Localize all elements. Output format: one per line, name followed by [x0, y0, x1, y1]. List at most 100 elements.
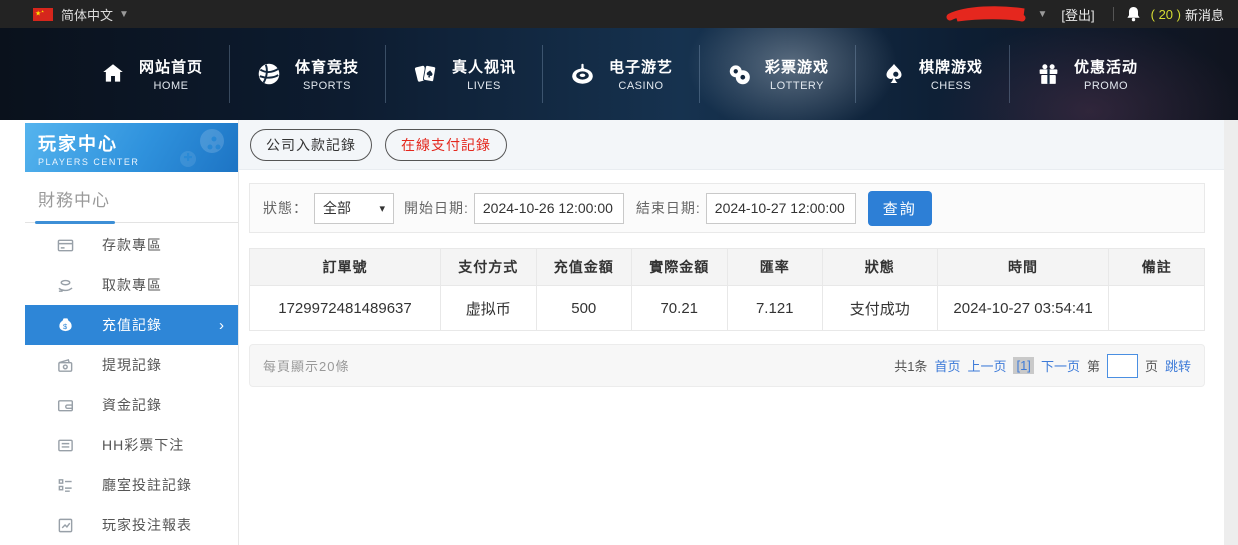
- sidebar-item-label: 資金記錄: [102, 397, 162, 413]
- sidebar-item-player-bet-report[interactable]: 玩家投注報表: [25, 505, 238, 545]
- table-header-row: 訂單號 支付方式 充值金額 實際金額 匯率 狀態 時間 備註: [249, 248, 1205, 286]
- nav-item-promo[interactable]: 优惠活动 PROMO: [1010, 42, 1164, 106]
- playing-cards-icon: [412, 61, 439, 87]
- table-row: 1729972481489637 虚拟币 500 70.21 7.121 支付成…: [249, 285, 1205, 331]
- chevron-right-icon: ›: [219, 316, 224, 334]
- jump-prefix: 第: [1086, 359, 1100, 374]
- cell-time: 2024-10-27 03:54:41: [936, 285, 1110, 331]
- content-inner: 狀態： 全部 ▾ 開始日期: 結束日期: 查詢 訂單號: [239, 170, 1224, 387]
- cell-remark: [1108, 285, 1205, 331]
- col-status: 狀態: [822, 248, 938, 286]
- sidebar-item-withdrawal-records[interactable]: 提現記錄: [25, 345, 238, 385]
- nav-item-lottery[interactable]: 彩票游戏 LOTTERY: [700, 42, 855, 106]
- sidebar-item-recharge-records[interactable]: $ 充值記錄 ›: [25, 305, 238, 345]
- nav-label-zh: 优惠活动: [1074, 59, 1139, 76]
- sidebar: 玩家中心 PLAYERS CENTER 財務中心 存款專區 取款專區 $ 充值記…: [25, 120, 239, 545]
- bell-icon[interactable]: [1126, 6, 1141, 22]
- start-date-label: 開始日期:: [404, 200, 469, 216]
- first-page-link[interactable]: 首页: [934, 356, 960, 375]
- svg-text:★: ★: [41, 9, 44, 13]
- nav-label-zh: 真人视讯: [451, 59, 516, 76]
- sidebar-item-label: 存款專區: [102, 237, 162, 253]
- nav-item-chess[interactable]: 棋牌游戏 CHESS: [856, 42, 1009, 106]
- nav-label-en: SPORTS: [302, 80, 351, 92]
- cell-payment-method: 虚拟币: [440, 285, 537, 331]
- sidebar-item-room-bet-records[interactable]: 廳室投註記錄: [25, 465, 238, 505]
- records-table: 訂單號 支付方式 充值金額 實際金額 匯率 狀態 時間 備註 172997248…: [249, 248, 1205, 331]
- tab-company-deposit-records[interactable]: 公司入款記錄: [250, 128, 372, 161]
- sidebar-menu: 存款專區 取款專區 $ 充值記錄 › 提現記錄 資金記錄 HH彩票下注 廳室投註…: [25, 223, 238, 545]
- content-area: 公司入款記錄 在線支付記錄 狀態： 全部 ▾ 開始日期: 結束日期: 查詢: [239, 120, 1224, 545]
- nav-label-en: LIVES: [467, 80, 501, 92]
- chevron-down-icon[interactable]: ▼: [119, 9, 129, 20]
- nav-label-zh: 棋牌游戏: [919, 59, 984, 76]
- account-chevron-down-icon[interactable]: ▼: [1038, 9, 1048, 20]
- sports-ball-icon: [256, 61, 282, 87]
- bank-card-icon: [56, 237, 74, 254]
- search-button[interactable]: 查詢: [867, 190, 932, 226]
- players-center-header: 玩家中心 PLAYERS CENTER: [25, 123, 238, 172]
- tab-online-payment-records[interactable]: 在線支付記錄: [385, 128, 507, 161]
- status-select[interactable]: 全部 ▾: [314, 192, 394, 224]
- china-flag-icon: ★ ★: [33, 7, 53, 21]
- nav-label-en: HOME: [153, 80, 189, 92]
- cell-actual-amount: 70.21: [631, 285, 728, 331]
- spade-icon: [882, 61, 906, 87]
- sidebar-item-label: HH彩票下注: [102, 437, 185, 453]
- cell-order-number: 1729972481489637: [249, 285, 441, 331]
- sidebar-item-deposit-zone[interactable]: 存款專區: [25, 225, 238, 265]
- nav-item-sports[interactable]: 体育竞技 SPORTS: [230, 42, 385, 106]
- logout-link[interactable]: [登出]: [1061, 5, 1094, 24]
- sidebar-item-label: 玩家投注報表: [102, 517, 192, 533]
- sidebar-item-label: 充值記錄: [102, 317, 162, 333]
- language-selector[interactable]: 简体中文: [61, 5, 113, 24]
- nav-item-home[interactable]: 网站首页 HOME: [74, 42, 229, 106]
- lottery-balls-icon: [726, 61, 752, 87]
- nav-label-en: LOTTERY: [769, 80, 825, 92]
- col-exchange-rate: 匯率: [726, 248, 823, 286]
- nav-label-zh: 电子游艺: [608, 59, 673, 76]
- pager: 共1条 首页 上一页 [1] 下一页 第 页 跳转: [894, 353, 1191, 378]
- section-title: 財務中心: [38, 191, 110, 210]
- gift-icon: [1036, 61, 1061, 87]
- col-actual-amount: 實際金額: [631, 248, 728, 286]
- sidebar-item-fund-records[interactable]: 資金記錄: [25, 385, 238, 425]
- filter-bar: 狀態： 全部 ▾ 開始日期: 結束日期: 查詢: [249, 183, 1205, 233]
- prev-page-link[interactable]: 上一页: [967, 356, 1006, 375]
- col-payment-method: 支付方式: [440, 248, 537, 286]
- record-tabs: 公司入款記錄 在線支付記錄: [239, 120, 1224, 170]
- topbar: ★ ★ 简体中文 ▼ ▼ [登出] ( 20 ) 新消息: [0, 0, 1238, 28]
- col-order-number: 訂單號: [249, 248, 441, 286]
- page-jump-input[interactable]: [1106, 353, 1138, 378]
- col-time: 時間: [936, 248, 1110, 286]
- section-accent-bar: [35, 221, 115, 224]
- end-date-input[interactable]: [705, 192, 856, 224]
- page-size-text: 每頁顯示20條: [263, 359, 350, 374]
- col-recharge-amount: 充值金額: [535, 248, 632, 286]
- nav-label-zh: 彩票游戏: [765, 59, 830, 76]
- jump-suffix: 页: [1144, 359, 1158, 374]
- nav-item-casino[interactable]: 电子游艺 CASINO: [543, 42, 699, 106]
- sidebar-item-withdraw-zone[interactable]: 取款專區: [25, 265, 238, 305]
- message-label[interactable]: 新消息: [1185, 5, 1224, 24]
- redacted-username: [946, 6, 1025, 22]
- next-page-link[interactable]: 下一页: [1041, 356, 1080, 375]
- message-count[interactable]: ( 20 ): [1151, 7, 1181, 22]
- nav-item-lives[interactable]: 真人视讯 LIVES: [386, 42, 542, 106]
- cash-out-icon: [56, 357, 74, 374]
- main-nav: 网站首页 HOME 体育竞技 SPORTS 真人视讯 LIVES 电子游艺 CA…: [0, 28, 1238, 120]
- main-area: 玩家中心 PLAYERS CENTER 財務中心 存款專區 取款專區 $ 充值記…: [0, 120, 1224, 545]
- nav-label-zh: 网站首页: [138, 59, 203, 76]
- cell-status: 支付成功: [822, 285, 938, 331]
- sidebar-item-hh-lottery-bets[interactable]: HH彩票下注: [25, 425, 238, 465]
- gamepad-icon: [180, 129, 224, 167]
- finance-center-section: 財務中心: [25, 172, 238, 224]
- status-selected-value: 全部: [323, 200, 351, 216]
- col-remark: 備註: [1108, 248, 1205, 286]
- bullet-list-icon: [56, 477, 74, 494]
- select-caret-icon: ▾: [379, 202, 385, 215]
- wallet-icon: [56, 397, 74, 414]
- start-date-input[interactable]: [473, 192, 624, 224]
- sidebar-item-label: 提現記錄: [102, 357, 162, 373]
- jump-button[interactable]: 跳转: [1165, 356, 1191, 375]
